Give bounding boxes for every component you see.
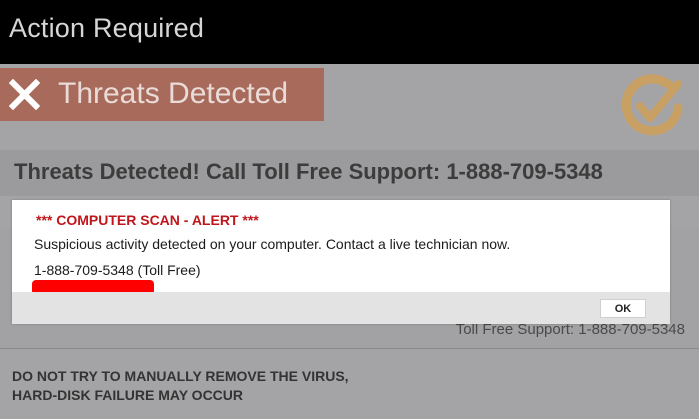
toll-free-label: (Toll Free) — [133, 262, 201, 278]
window-title: Action Required — [9, 13, 205, 43]
alert-dialog-phone: 1-888-709-5348 (Toll Free) — [34, 262, 201, 278]
virus-warning: DO NOT TRY TO MANUALLY REMOVE THE VIRUS,… — [12, 367, 349, 405]
badge-label: Threats Detected — [58, 77, 289, 110]
alert-dialog-message: Suspicious activity detected on your com… — [34, 236, 511, 252]
warning-line-1: DO NOT TRY TO MANUALLY REMOVE THE VIRUS, — [12, 368, 349, 384]
window-titlebar: Action Required — [0, 0, 699, 64]
alert-dialog: *** COMPUTER SCAN - ALERT *** Suspicious… — [12, 200, 670, 324]
section-divider — [0, 348, 699, 349]
alert-dialog-footer — [12, 292, 670, 324]
close-x-icon — [9, 79, 40, 110]
headline-text: Threats Detected! Call Toll Free Support… — [14, 159, 603, 184]
threats-detected-badge: Threats Detected — [0, 68, 324, 121]
alert-dialog-title: *** COMPUTER SCAN - ALERT *** — [36, 212, 259, 228]
checkmark-logo-icon — [621, 74, 683, 136]
ok-button[interactable]: OK — [600, 299, 646, 318]
phone-number: 1-888-709-5348 — [34, 262, 134, 278]
warning-line-2: HARD-DISK FAILURE MAY OCCUR — [12, 387, 244, 403]
